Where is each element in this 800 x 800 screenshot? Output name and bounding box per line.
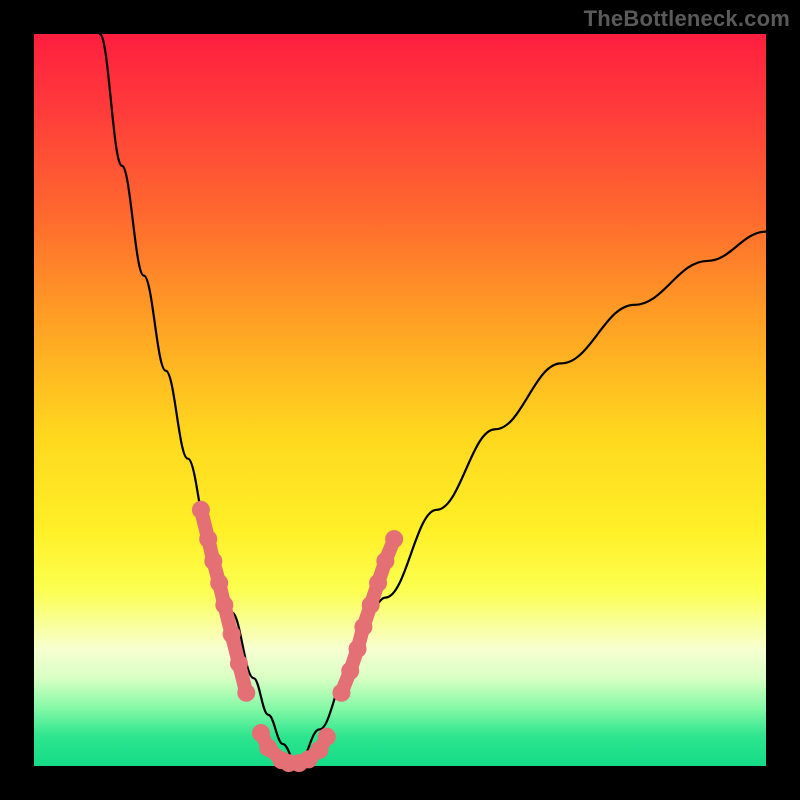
highlight-dot — [385, 530, 403, 548]
highlight-dot — [318, 728, 336, 746]
highlight-dot — [237, 684, 255, 702]
chart-plot-area — [34, 34, 766, 766]
chart-svg — [34, 34, 766, 766]
watermark-text: TheBottleneck.com — [584, 6, 790, 32]
chart-frame: TheBottleneck.com — [0, 0, 800, 800]
highlight-dots-layer — [192, 501, 403, 772]
bottleneck-curve-left — [100, 34, 298, 766]
curve-layer — [100, 34, 766, 766]
bottleneck-curve-right — [298, 232, 766, 766]
